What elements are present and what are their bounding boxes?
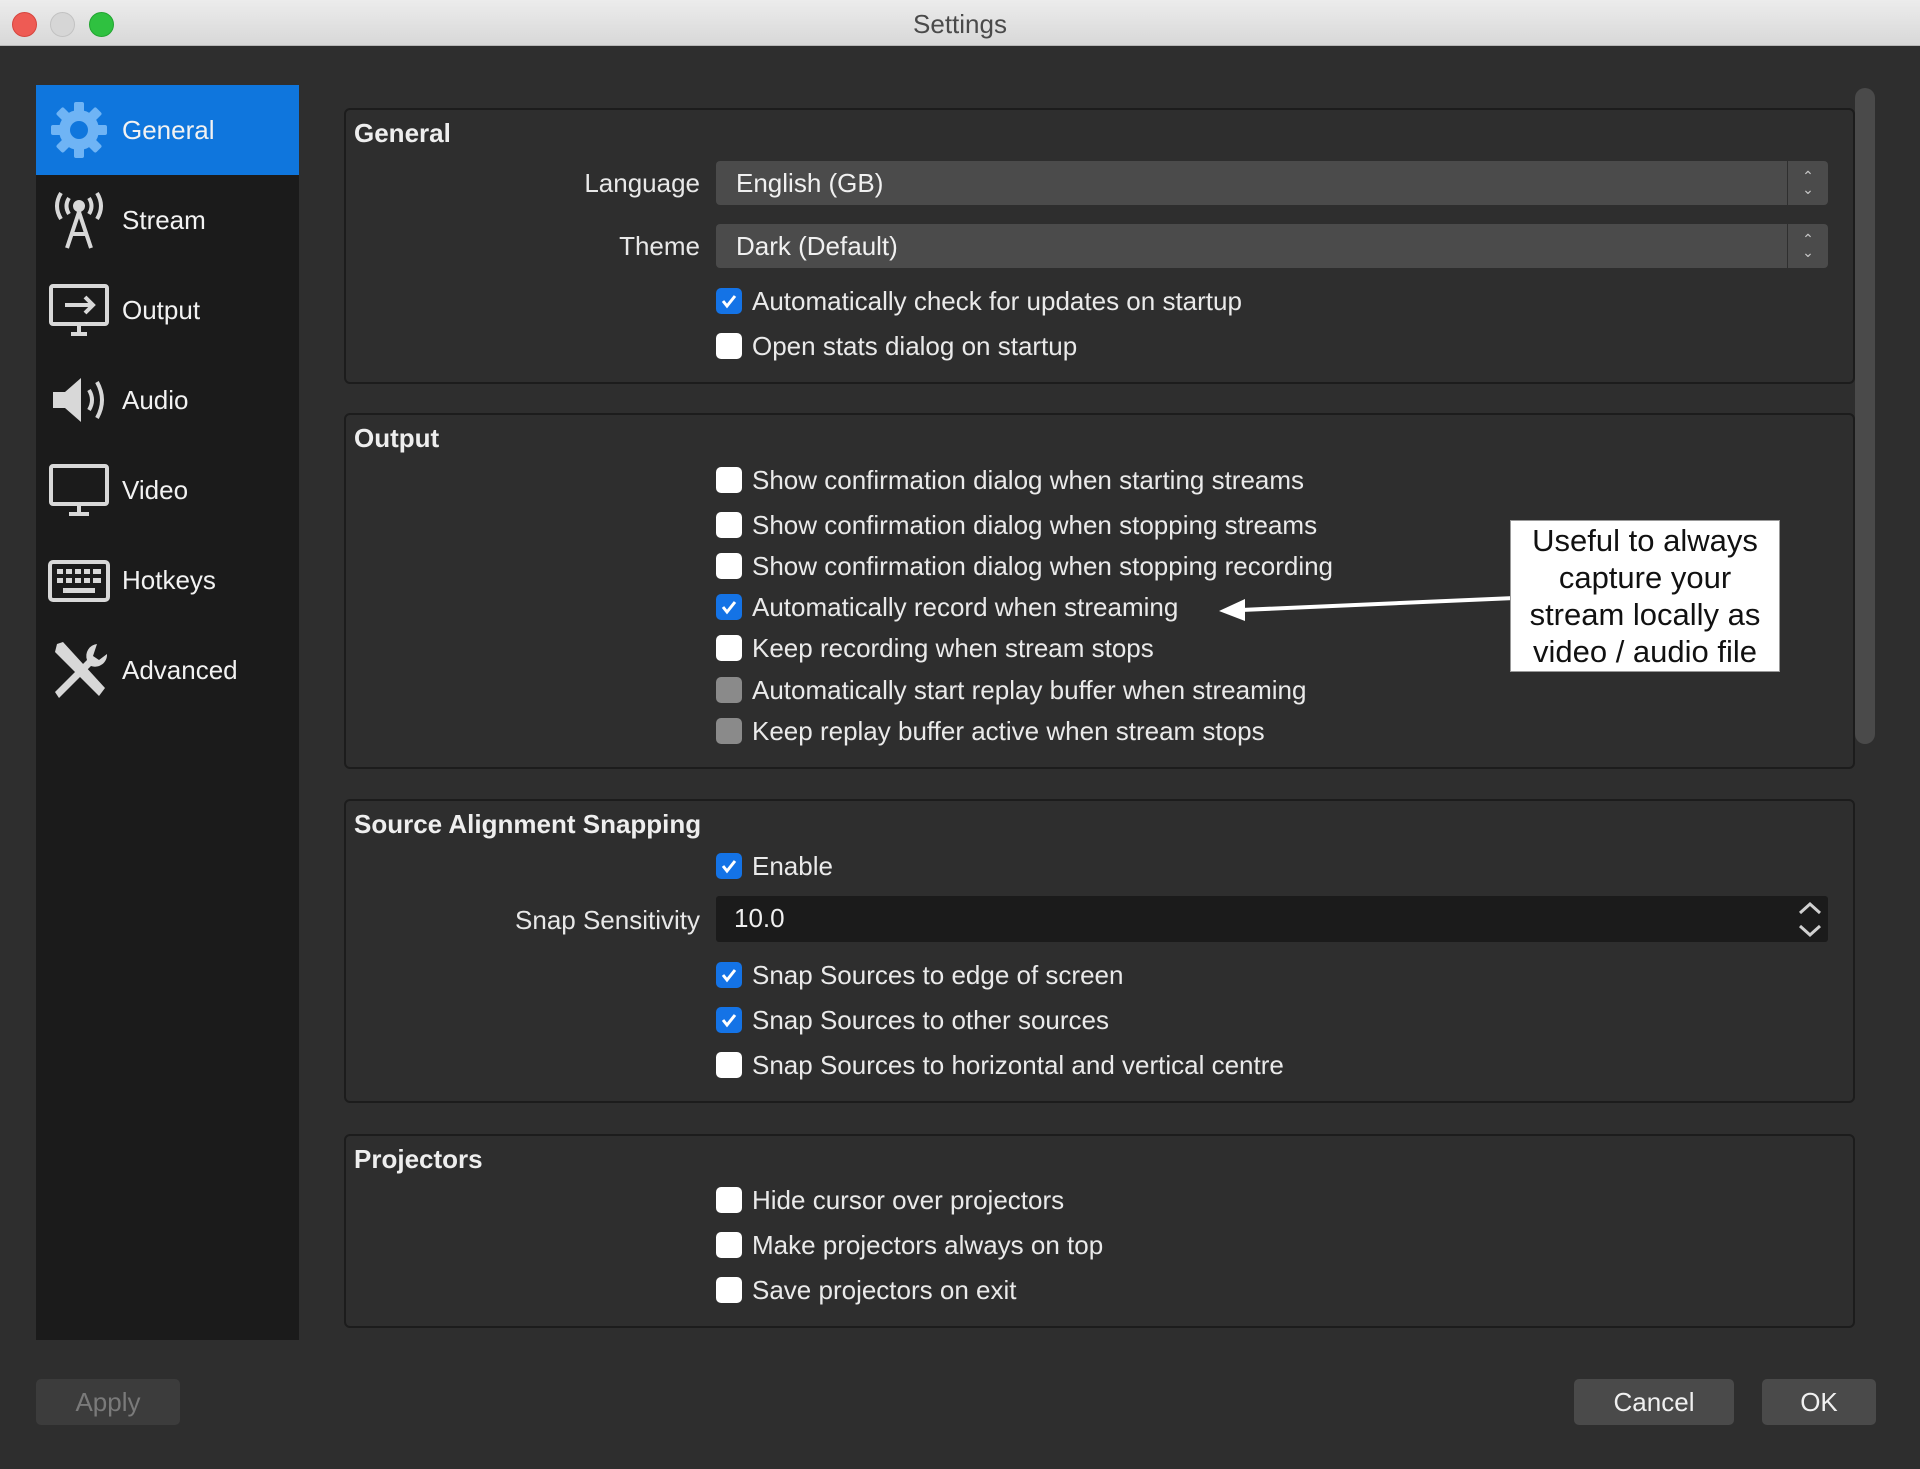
sidebar-item-advanced[interactable]: Advanced [36, 625, 299, 715]
confirm-start-stream-checkbox[interactable]: Show confirmation dialog when starting s… [716, 464, 1304, 496]
apply-button[interactable]: Apply [36, 1379, 180, 1425]
sidebar-item-output[interactable]: Output [36, 265, 299, 355]
checkmark-icon [716, 853, 742, 879]
sidebar-item-stream[interactable]: Stream [36, 175, 299, 265]
snap-sensitivity-value: 10.0 [734, 903, 785, 933]
checkbox-label: Make projectors always on top [752, 1229, 1104, 1260]
chevron-down-icon [1798, 924, 1822, 937]
checkbox-label: Snap Sources to other sources [752, 1004, 1109, 1035]
hide-cursor-checkbox[interactable]: Hide cursor over projectors [716, 1184, 1064, 1216]
general-group-title: General [354, 118, 451, 148]
theme-select[interactable]: Dark (Default) ⌃ ⌄ [716, 224, 1828, 268]
theme-value: Dark (Default) [736, 231, 898, 261]
sidebar-item-label: General [122, 114, 215, 145]
antenna-icon [44, 185, 114, 255]
snap-edge-checkbox[interactable]: Snap Sources to edge of screen [716, 959, 1123, 991]
checkbox-label: Automatically start replay buffer when s… [752, 674, 1307, 705]
checkbox-box [716, 467, 742, 493]
checkbox-label: Show confirmation dialog when stopping r… [752, 550, 1334, 581]
checkbox-label: Automatically record when streaming [752, 591, 1179, 622]
content-scrollbar[interactable] [1855, 88, 1875, 744]
checkbox-label: Open stats dialog on startup [752, 330, 1078, 361]
sidebar-item-label: Output [122, 294, 201, 325]
snap-sensitivity-label: Snap Sensitivity [515, 905, 700, 935]
callout-text: Useful to always capture your stream loc… [1529, 523, 1761, 669]
projectors-group-title: Projectors [354, 1144, 483, 1174]
checkbox-label: Hide cursor over projectors [752, 1184, 1065, 1215]
snap-centre-checkbox[interactable]: Snap Sources to horizontal and vertical … [716, 1049, 1284, 1081]
checkmark-icon [716, 1007, 742, 1033]
checkbox-label: Enable [752, 850, 833, 881]
checkbox-box [716, 635, 742, 661]
keep-replay-buffer-checkbox[interactable]: Keep replay buffer active when stream st… [716, 715, 1265, 747]
settings-sidebar: General Stream Output Audio Video Hotkey… [36, 85, 299, 1340]
chevron-up-icon [1798, 901, 1822, 914]
sidebar-item-label: Stream [122, 204, 206, 235]
checkbox-box [716, 677, 742, 703]
save-projectors-checkbox[interactable]: Save projectors on exit [716, 1274, 1016, 1306]
keep-recording-checkbox[interactable]: Keep recording when stream stops [716, 632, 1154, 664]
projectors-on-top-checkbox[interactable]: Make projectors always on top [716, 1229, 1103, 1261]
checkbox-label: Snap Sources to edge of screen [752, 959, 1124, 990]
checkbox-box [716, 1232, 742, 1258]
sidebar-item-label: Hotkeys [122, 564, 216, 595]
sidebar-item-label: Advanced [122, 654, 238, 685]
checkbox-box [716, 1052, 742, 1078]
snapping-enable-checkbox[interactable]: Enable [716, 850, 833, 882]
sidebar-item-label: Video [122, 474, 189, 505]
callout-arrow-icon [1219, 596, 1515, 621]
checkbox-box [716, 512, 742, 538]
sidebar-item-general[interactable]: General [36, 85, 299, 175]
confirm-stop-stream-checkbox[interactable]: Show confirmation dialog when stopping s… [716, 509, 1317, 541]
checkbox-box [716, 1187, 742, 1213]
checkmark-icon [716, 288, 742, 314]
open-stats-checkbox[interactable]: Open stats dialog on startup [716, 330, 1077, 362]
output-group-title: Output [354, 423, 440, 453]
checkbox-box [716, 553, 742, 579]
speaker-icon [44, 365, 114, 435]
auto-record-checkbox[interactable]: Automatically record when streaming [716, 591, 1178, 623]
confirm-stop-recording-checkbox[interactable]: Show confirmation dialog when stopping r… [716, 550, 1333, 582]
checkbox-label: Show confirmation dialog when starting s… [752, 464, 1305, 495]
cancel-button[interactable]: Cancel [1574, 1379, 1734, 1425]
gear-icon [44, 95, 114, 165]
checkbox-box [716, 1277, 742, 1303]
snapping-group-title: Source Alignment Snapping [354, 809, 702, 839]
language-select[interactable]: English (GB) ⌃ ⌄ [716, 161, 1828, 205]
checkbox-label: Keep replay buffer active when stream st… [752, 715, 1265, 746]
snap-sensitivity-spinbox[interactable]: 10.0 [716, 896, 1828, 942]
ok-button[interactable]: OK [1762, 1379, 1876, 1425]
auto-replay-buffer-checkbox[interactable]: Automatically start replay buffer when s… [716, 674, 1306, 706]
wrench-screwdriver-icon [44, 635, 114, 705]
checkbox-label: Snap Sources to horizontal and vertical … [752, 1049, 1284, 1080]
language-label: Language [584, 168, 700, 198]
check-updates-checkbox[interactable]: Automatically check for updates on start… [716, 285, 1242, 317]
updown-chevron-icon: ⌃ ⌄ [1787, 224, 1828, 268]
checkbox-label: Automatically check for updates on start… [752, 285, 1242, 316]
checkmark-icon [716, 594, 742, 620]
checkbox-label: Save projectors on exit [752, 1274, 1017, 1305]
sidebar-item-label: Audio [122, 384, 189, 415]
keyboard-icon [44, 545, 114, 615]
checkbox-label: Keep recording when stream stops [752, 632, 1154, 663]
output-icon [44, 275, 114, 345]
decrement-button[interactable] [1792, 919, 1828, 942]
title-bar: Settings [0, 0, 1920, 46]
sidebar-item-video[interactable]: Video [36, 445, 299, 535]
annotation-callout: Useful to always capture your stream loc… [1510, 520, 1780, 672]
sidebar-item-audio[interactable]: Audio [36, 355, 299, 445]
snap-other-sources-checkbox[interactable]: Snap Sources to other sources [716, 1004, 1109, 1036]
theme-label: Theme [619, 231, 700, 261]
updown-chevron-icon: ⌃ ⌄ [1787, 161, 1828, 205]
checkbox-label: Show confirmation dialog when stopping s… [752, 509, 1318, 540]
window-title: Settings [913, 9, 1007, 39]
checkmark-icon [716, 962, 742, 988]
monitor-icon [44, 455, 114, 525]
checkbox-box [716, 718, 742, 744]
increment-button[interactable] [1792, 896, 1828, 919]
language-value: English (GB) [736, 168, 884, 198]
sidebar-item-hotkeys[interactable]: Hotkeys [36, 535, 299, 625]
checkbox-box [716, 333, 742, 359]
